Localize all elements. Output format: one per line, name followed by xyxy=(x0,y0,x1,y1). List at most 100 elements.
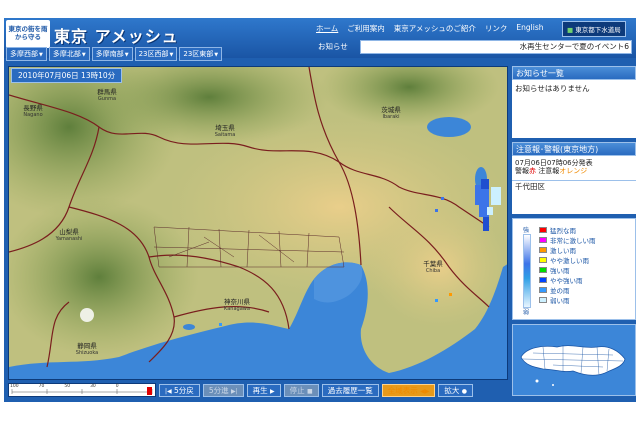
scale-tick: 70 xyxy=(38,384,45,389)
legend-gradient: 強 弱 xyxy=(523,225,533,316)
scale-tick: 100 xyxy=(10,384,19,389)
legend-swatch xyxy=(539,297,547,303)
play-icon: ▶ xyxy=(270,387,275,395)
stop-label: 停止 xyxy=(289,385,305,395)
region-tab-label: 多摩北部 xyxy=(52,50,81,58)
app-window: 東京の街を雨から守る 東京 アメッシュ 多摩西部▼ 多摩北部▼ 多摩南部▼ 23… xyxy=(4,18,636,402)
zoom-button[interactable]: 拡大 ● xyxy=(438,383,473,397)
zoom-label: 拡大 xyxy=(444,385,460,395)
tokyo-mini-map[interactable] xyxy=(512,324,636,396)
notice-bar: お知らせ 水再生センターで夏のイベント6 xyxy=(314,40,632,54)
legend-swatch xyxy=(539,237,547,243)
nav-usage-guide[interactable]: ご利用案内 xyxy=(347,23,385,34)
sewer-bureau-label: 東京都下水道局 xyxy=(575,26,621,34)
legend-swatch xyxy=(539,247,547,253)
region-tab-label: 多摩西部 xyxy=(10,50,38,58)
legend-item: 猛烈な雨 xyxy=(539,225,596,235)
alert-panel-title: 注意報･警報(東京地方) xyxy=(512,142,636,156)
legend-item: やや強い雨 xyxy=(539,275,596,285)
map-label-nagano: 長野県 Nagano xyxy=(23,104,43,119)
nav-english[interactable]: English xyxy=(516,23,543,34)
map-label-ibaraki: 茨城県 Ibaraki xyxy=(381,106,401,121)
nav-about[interactable]: 東京アメッシュのご紹介 xyxy=(394,23,476,34)
map-label-gunma: 群馬県 Gunma xyxy=(97,88,117,103)
notice-ticker[interactable]: 水再生センターで夏のイベント6 xyxy=(360,40,632,54)
right-panel: お知らせ一覧 お知らせはありません 注意報･警報(東京地方) 07月06日07時… xyxy=(512,66,636,398)
region-tab-label: 多摩南部 xyxy=(95,50,124,58)
region-tab-23ku-west[interactable]: 23区西部▼ xyxy=(134,47,178,61)
legend-label: 激しい雨 xyxy=(550,247,576,255)
legend-swatch xyxy=(539,277,547,283)
app-title[interactable]: 東京 アメッシュ xyxy=(54,23,179,47)
map-image xyxy=(9,67,507,379)
alert-issued-time: 07月06日07時06分発表 xyxy=(515,159,593,167)
legend-swatch xyxy=(539,227,547,233)
region-tab-tama-west[interactable]: 多摩西部▼ xyxy=(6,47,47,61)
map-label-yamanashi: 山梨県 Yamanashi xyxy=(55,228,83,243)
legend-item: 非常に激しい雨 xyxy=(539,235,596,245)
wide-view-label: 全域表示 xyxy=(387,385,418,395)
map-label-kanagawa: 神奈川県 Kanagawa xyxy=(224,298,250,313)
rain-map[interactable]: 2010年07月06日 13時10分 群馬県 Gunma 長野県 Nagano 埼玉… xyxy=(8,66,508,380)
step-forward-icon: ▶| xyxy=(230,387,238,395)
nav-home[interactable]: ホーム xyxy=(316,23,338,34)
scale-tick: 30 xyxy=(90,384,96,389)
play-button[interactable]: 再生 ▶ xyxy=(246,383,281,397)
legend-swatch xyxy=(539,257,547,263)
timeline-scale[interactable]: 100 70 50 30 0 xyxy=(8,383,156,397)
alert-panel-body: 07月06日07時06分発表 警報赤 注意報オレンジ xyxy=(512,156,636,178)
sewer-bureau-link[interactable]: ■ 東京都下水道局 xyxy=(562,21,626,37)
legend-strong-label: 強 xyxy=(523,227,530,234)
stop-button[interactable]: 停止 ■ xyxy=(283,383,319,397)
back-5min-button[interactable]: |◀ 5分戻 xyxy=(159,383,200,397)
playback-toolbar: 100 70 50 30 0 |◀ 5分戻 5分進 ▶| 再生 ▶ 停止 ■ 過… xyxy=(8,382,508,398)
logo-text: 東京の街を雨から守る xyxy=(8,25,48,41)
legend-bar xyxy=(523,234,531,308)
legend-item: 激しい雨 xyxy=(539,245,596,255)
header: 東京の街を雨から守る 東京 アメッシュ 多摩西部▼ 多摩北部▼ 多摩南部▼ 23… xyxy=(4,18,636,61)
alert-panel: 注意報･警報(東京地方) 07月06日07時06分発表 警報赤 注意報オレンジ … xyxy=(512,142,636,214)
legend-item: やや激しい雨 xyxy=(539,255,596,265)
chevron-down-icon: ▼ xyxy=(124,52,129,58)
legend-item: 並の雨 xyxy=(539,285,596,295)
history-button[interactable]: 過去履歴一覧 xyxy=(321,383,379,397)
rain-legend: 強 弱 猛烈な雨非常に激しい雨 激しい雨やや激しい雨 強い雨やや強い雨 並の雨弱い雨 xyxy=(512,218,636,320)
nav-links[interactable]: リンク xyxy=(485,23,508,34)
notice-panel-title[interactable]: お知らせ一覧 xyxy=(512,66,636,80)
notice-panel-body: お知らせはありません xyxy=(515,84,590,93)
zoom-icon: ● xyxy=(461,387,467,395)
legend-label: やや激しい雨 xyxy=(550,257,589,265)
legend-label: 非常に激しい雨 xyxy=(550,237,596,245)
legend-label: やや強い雨 xyxy=(550,277,583,285)
alert-color-key: 警報赤 注意報オレンジ xyxy=(515,167,588,175)
legend-label: 弱い雨 xyxy=(550,297,570,305)
wide-view-icon: ◀▶ xyxy=(420,387,430,395)
legend-label: 猛烈な雨 xyxy=(550,227,576,235)
scale-tick: 0 xyxy=(115,384,119,389)
region-tab-tama-north[interactable]: 多摩北部▼ xyxy=(48,47,90,61)
observation-timestamp: 2010年07月06日 13時10分 xyxy=(11,68,123,83)
alert-area-select[interactable]: 千代田区 xyxy=(512,180,636,192)
forward-5min-button[interactable]: 5分進 ▶| xyxy=(202,383,244,397)
chevron-down-icon: ▼ xyxy=(81,52,86,58)
wide-view-button[interactable]: 全域表示 ◀▶ xyxy=(381,383,436,397)
map-label-saitama: 埼玉県 Saitama xyxy=(214,124,236,139)
play-label: 再生 xyxy=(252,385,268,395)
region-tab-label: 23区西部 xyxy=(138,50,169,58)
chevron-down-icon: ▼ xyxy=(169,52,174,58)
map-label-shizuoka: 静岡県 Shizuoka xyxy=(75,342,99,357)
legend-items: 猛烈な雨非常に激しい雨 激しい雨やや激しい雨 強い雨やや強い雨 並の雨弱い雨 xyxy=(539,225,596,305)
legend-item: 強い雨 xyxy=(539,265,596,275)
region-tab-23ku-east[interactable]: 23区東部▼ xyxy=(179,47,223,61)
region-tab-tama-south[interactable]: 多摩南部▼ xyxy=(91,47,133,61)
forward-5min-label: 5分進 xyxy=(208,385,229,395)
legend-swatch xyxy=(539,287,547,293)
logo[interactable]: 東京の街を雨から守る xyxy=(6,20,50,48)
legend-swatch xyxy=(539,267,547,273)
tokyo-outline xyxy=(520,345,626,386)
notice-panel: お知らせ一覧 お知らせはありません xyxy=(512,66,636,138)
notice-label: お知らせ xyxy=(318,42,348,51)
chevron-down-icon: ▼ xyxy=(214,52,219,58)
chevron-down-icon: ▼ xyxy=(39,52,43,58)
legend-label: 強い雨 xyxy=(550,267,570,275)
